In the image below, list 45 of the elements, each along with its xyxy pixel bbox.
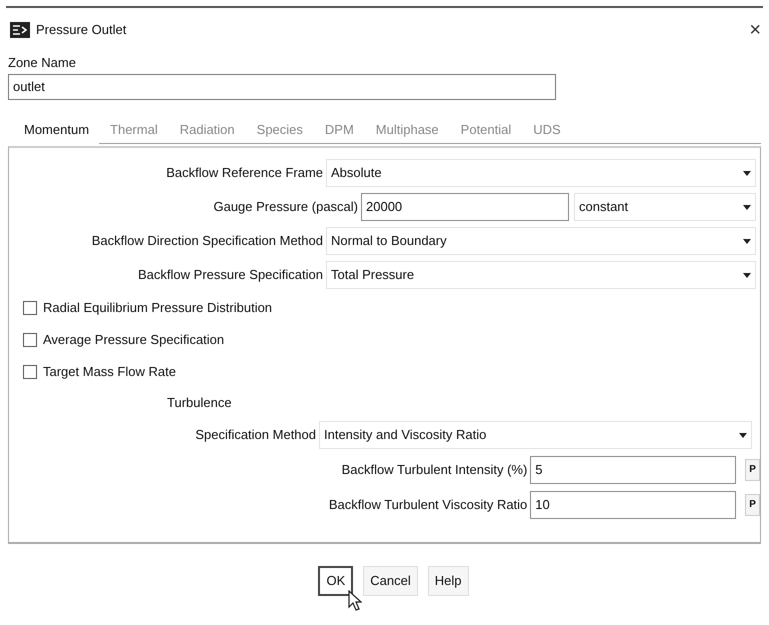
dropdown-caret-icon	[743, 238, 751, 244]
dialog-button[interactable]: Cancel	[363, 566, 418, 596]
checkbox[interactable]	[23, 365, 37, 379]
dropdown-caret-icon	[743, 170, 751, 176]
dropdown[interactable]: constant	[574, 193, 756, 221]
dropdown[interactable]: Normal to Boundary	[326, 227, 756, 255]
dropdown-caret-icon	[743, 204, 751, 210]
tab[interactable]: DPM	[314, 116, 365, 144]
field-label: Backflow Reference Frame	[165, 164, 324, 182]
tab[interactable]: Radiation	[168, 116, 246, 144]
tab[interactable]: Multiphase	[364, 116, 450, 144]
tab[interactable]: Species	[246, 116, 314, 144]
dropdown[interactable]: Intensity and Viscosity Ratio	[319, 421, 752, 449]
window-app-icon	[10, 22, 30, 38]
dropdown[interactable]: Absolute	[326, 159, 756, 187]
dialog-button[interactable]: Help	[428, 566, 468, 596]
input-field[interactable]: 20000	[361, 193, 569, 221]
tab[interactable]: Potential	[450, 116, 522, 144]
input-field[interactable]: 5	[530, 456, 736, 484]
checkbox-label: Target Mass Flow Rate	[43, 363, 176, 382]
mouse-pointer-icon	[348, 590, 362, 611]
dropdown[interactable]: Total Pressure	[326, 261, 756, 289]
dropdown-caret-icon	[743, 272, 751, 278]
parameter-button[interactable]: P	[745, 494, 760, 516]
input-field[interactable]: outlet	[8, 74, 556, 100]
field-label: Backflow Pressure Specification	[137, 266, 324, 284]
field-label: Backflow Turbulent Viscosity Ratio	[328, 496, 528, 514]
dialog-button[interactable]: OK	[318, 566, 354, 596]
field-label: Gauge Pressure (pascal)	[212, 198, 359, 216]
field-label: Backflow Turbulent Intensity (%)	[340, 460, 528, 479]
field-label: Zone Name	[8, 54, 77, 72]
field-label: Specification Method	[194, 426, 317, 444]
checkbox[interactable]	[23, 333, 37, 347]
checkbox-label: Average Pressure Specification	[43, 331, 224, 350]
section-heading: Turbulence	[167, 394, 232, 412]
parameter-button[interactable]: P	[745, 458, 760, 480]
tab[interactable]: Thermal	[99, 116, 169, 144]
input-field[interactable]: 10	[530, 490, 736, 518]
field-label: Backflow Direction Specification Method	[90, 232, 324, 250]
checkbox[interactable]	[23, 301, 37, 315]
checkbox-label: Radial Equilibrium Pressure Distribution	[43, 299, 272, 318]
window-title: Pressure Outlet	[36, 21, 126, 40]
tab[interactable]: UDS	[522, 116, 572, 144]
close-button[interactable]: ×	[749, 20, 761, 40]
dropdown-caret-icon	[739, 432, 747, 438]
